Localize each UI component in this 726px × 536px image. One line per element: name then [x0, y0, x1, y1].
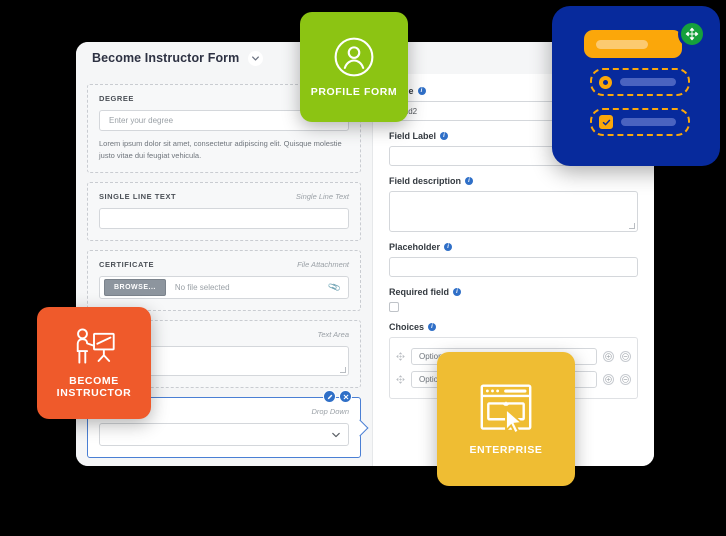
- info-icon[interactable]: i: [440, 132, 449, 140]
- setting-placeholder: Placeholder i: [389, 242, 638, 277]
- chevron-down-icon: [332, 432, 340, 437]
- page-title: Become Instructor Form: [92, 51, 240, 65]
- minus-circle-icon[interactable]: [620, 374, 631, 385]
- info-icon[interactable]: i: [453, 288, 462, 296]
- setting-label: Choices i: [389, 322, 638, 332]
- setting-label-text: Field Label: [389, 131, 437, 141]
- setting-label: Required field i: [389, 287, 638, 297]
- checkbox-icon: [599, 115, 613, 129]
- info-icon[interactable]: i: [417, 87, 426, 95]
- badge-become-instructor[interactable]: BECOME INSTRUCTOR: [37, 307, 151, 419]
- screenshot-stage: Become Instructor Form DEGREE Enter your…: [0, 0, 726, 536]
- illustration-radio-row: [590, 68, 690, 96]
- field-label: DEGREE: [99, 94, 134, 103]
- paperclip-icon: 📎: [326, 280, 342, 295]
- setting-label-text: Placeholder: [389, 242, 441, 252]
- setting-required-field: Required field i: [389, 287, 638, 312]
- illustration-checkbox-row: [590, 108, 690, 136]
- field-toolbar: [323, 390, 352, 404]
- drop-down-select[interactable]: [99, 423, 349, 447]
- edit-field-button[interactable]: [323, 390, 336, 404]
- illustration-field-bar: [584, 30, 682, 58]
- badge-enterprise[interactable]: ENTERPRISE: [437, 352, 575, 486]
- file-status-text: No file selected: [174, 283, 230, 293]
- badge-label: ENTERPRISE: [469, 443, 543, 456]
- setting-label-text: Required field: [389, 287, 450, 297]
- field-label: CERTIFICATE: [99, 260, 155, 270]
- radio-icon: [599, 75, 612, 89]
- drag-handle-icon[interactable]: [396, 375, 405, 384]
- browse-button[interactable]: BROWSE...: [104, 279, 166, 297]
- plus-circle-icon[interactable]: [603, 374, 614, 385]
- setting-label: Field description i: [389, 176, 638, 186]
- field-type-tag: Drop Down: [311, 407, 349, 417]
- form-field-certificate[interactable]: CERTIFICATE File Attachment BROWSE... No…: [87, 250, 361, 312]
- user-circle-icon: [333, 36, 375, 78]
- field-type-tag: File Attachment: [297, 260, 349, 270]
- plus-circle-icon[interactable]: [603, 351, 614, 362]
- info-icon[interactable]: i: [444, 243, 453, 251]
- illustration-field-bar-fill: [596, 39, 648, 49]
- browser-cursor-icon: [478, 382, 534, 436]
- field-header: SINGLE LINE TEXT Single Line Text: [99, 192, 349, 201]
- illustration-line: [620, 78, 676, 86]
- badge-profile-form[interactable]: PROFILE FORM: [300, 12, 408, 122]
- field-helper-text: Lorem ipsum dolor sit amet, consectetur …: [99, 139, 342, 160]
- move-arrows-icon[interactable]: [678, 20, 706, 48]
- info-icon[interactable]: i: [428, 323, 437, 331]
- drag-handle-icon[interactable]: [396, 352, 405, 361]
- illustration-line: [621, 118, 676, 126]
- badge-label: PROFILE FORM: [310, 85, 398, 98]
- single-line-text-input[interactable]: [99, 208, 349, 230]
- field-type-tag: Text Area: [317, 330, 349, 340]
- form-field-single-line-text[interactable]: SINGLE LINE TEXT Single Line Text: [87, 182, 361, 242]
- setting-label-text: Field description: [389, 176, 462, 186]
- required-field-checkbox[interactable]: [389, 302, 399, 312]
- placeholder-input[interactable]: [389, 257, 638, 277]
- field-header: CERTIFICATE File Attachment: [99, 260, 349, 269]
- badge-label: BECOME INSTRUCTOR: [56, 374, 132, 399]
- setting-label-text: Choices: [389, 322, 425, 332]
- setting-field-description: Field description i: [389, 176, 638, 232]
- setting-label: Placeholder i: [389, 242, 638, 252]
- field-label: SINGLE LINE TEXT: [99, 192, 177, 202]
- field-type-tag: Single Line Text: [295, 192, 349, 202]
- chevron-down-icon[interactable]: [248, 50, 264, 66]
- field-types-illustration-card: [552, 6, 720, 166]
- info-icon[interactable]: i: [465, 177, 474, 185]
- field-description-input[interactable]: [389, 191, 638, 232]
- instructor-icon: [71, 327, 117, 367]
- file-attachment-row[interactable]: BROWSE... No file selected 📎: [99, 276, 349, 300]
- minus-circle-icon[interactable]: [620, 351, 631, 362]
- delete-field-button[interactable]: [339, 390, 352, 404]
